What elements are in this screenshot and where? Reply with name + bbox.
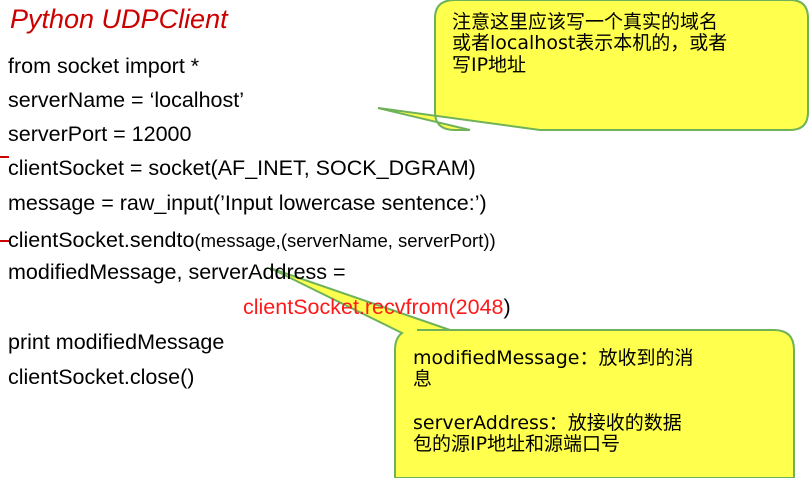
code-line-servername: serverName = ‘localhost’: [8, 88, 244, 112]
callout-top-text: 注意这里应该写一个真实的域名 或者localhost表示本机的，或者 写IP地址: [452, 11, 728, 76]
code-line-print: print modifiedMessage: [8, 330, 225, 354]
callout-bottom-p1-line-2: 息: [413, 368, 433, 391]
callout-bottom-p2-line-1: serverAddress：放接收的数据: [413, 412, 682, 434]
callout-top-line-1: 注意这里应该写一个真实的域名: [452, 11, 719, 33]
code-line-message: message = raw_input(’Input lowercase sen…: [8, 191, 487, 215]
callout-bottom-p1-line-1: modifiedMessage：放收到的消: [413, 347, 694, 369]
code-line-sendto: clientSocket.sendto(message,(serverName,…: [8, 228, 496, 252]
slide-title: Python UDPClient: [10, 4, 228, 34]
code-line-recvfrom: clientSocket.recvfrom(2048): [243, 295, 511, 319]
code-line-modified-assign: modifiedMessage, serverAddress =: [8, 260, 346, 284]
recvfrom-close-paren: ): [503, 295, 511, 319]
callout-bottom-para-2: serverAddress：放接收的数据 包的源IP地址和源端口号: [413, 412, 682, 456]
code-line-serverport: serverPort = 12000: [8, 122, 192, 146]
callout-bottom-para-1: modifiedMessage：放收到的消 息: [413, 347, 694, 391]
sendto-args: (message,(serverName, serverPort)): [194, 230, 496, 251]
code-line-import: from socket import *: [8, 54, 200, 78]
callout-top-line-2: 或者localhost表示本机的，或者: [452, 32, 728, 55]
callout-top-line-3: 写IP地址: [452, 53, 527, 76]
slide: Python UDPClient from socket import * se…: [0, 0, 810, 478]
code-line-close: clientSocket.close(): [8, 365, 195, 389]
recvfrom-call: clientSocket.recvfrom(2048: [243, 295, 504, 319]
sendto-call: clientSocket.sendto: [8, 228, 195, 252]
callout-bottom-p2-line-2: 包的源IP地址和源端口号: [413, 433, 621, 456]
code-line-clientsocket: clientSocket = socket(AF_INET, SOCK_DGRA…: [8, 156, 476, 180]
